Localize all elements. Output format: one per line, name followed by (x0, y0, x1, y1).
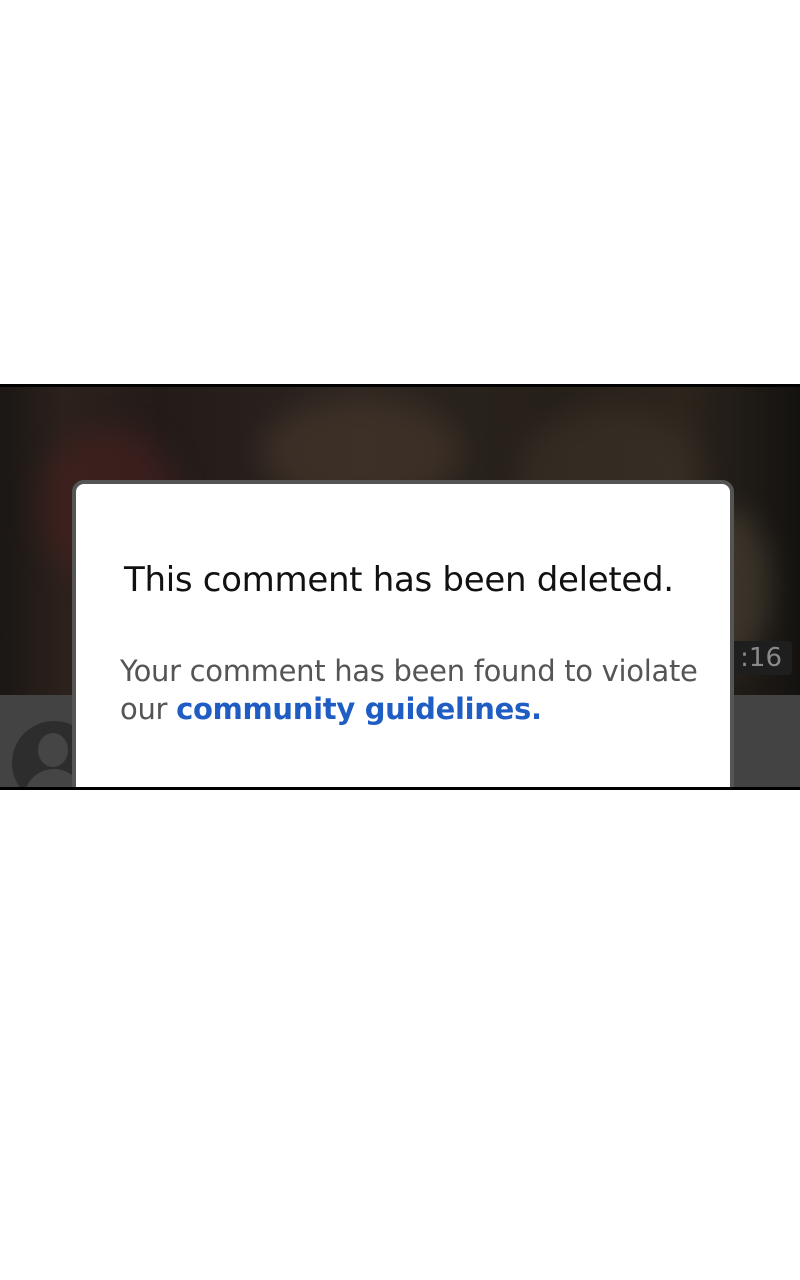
dialog-message: Your comment has been found to violate o… (120, 652, 700, 728)
deleted-comment-dialog: This comment has been deleted. Your comm… (72, 480, 734, 787)
comic-panel: :16 This comment has been deleted. Your … (0, 384, 800, 790)
dialog-title: This comment has been deleted. (124, 560, 674, 600)
person-icon (38, 733, 68, 767)
video-timestamp: :16 (726, 641, 792, 675)
page: :16 This comment has been deleted. Your … (0, 0, 800, 1280)
community-guidelines-link[interactable]: community guidelines. (176, 692, 542, 726)
